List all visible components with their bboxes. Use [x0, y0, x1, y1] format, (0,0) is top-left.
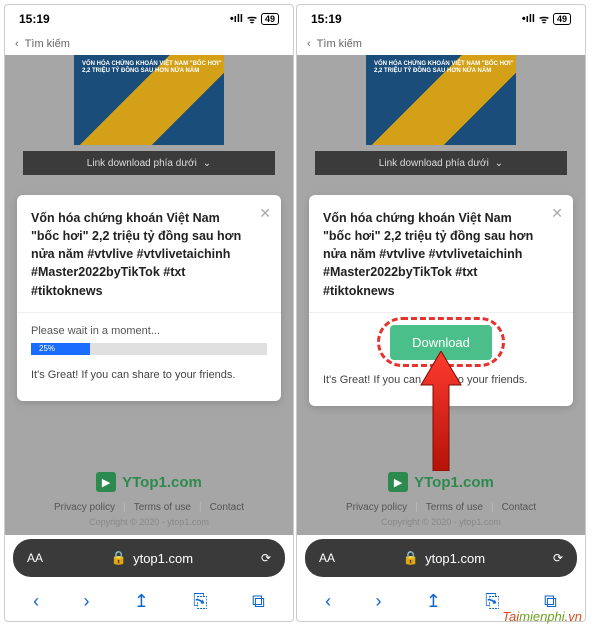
- site-footer: ▶ YTop1.com Privacy policy | Terms of us…: [297, 460, 585, 535]
- lock-icon: 🔒: [111, 550, 127, 566]
- status-bar: 15:19 •ıll ᯤ 49: [5, 5, 293, 33]
- signal-icon: •ıll: [230, 13, 243, 25]
- chevron-down-icon: ⌄: [495, 158, 503, 169]
- download-popup: ✕ Vốn hóa chứng khoán Việt Nam "bốc hơi"…: [309, 195, 573, 406]
- url-text: ytop1.com: [133, 551, 193, 566]
- page-content: VỐN HÓA CHỨNG KHOÁN VIỆT NAM "BỐC HƠI" 2…: [297, 55, 585, 535]
- close-icon[interactable]: ✕: [551, 205, 563, 222]
- logo-text: YTop1.com: [122, 474, 202, 491]
- chevron-left-icon[interactable]: ‹: [307, 38, 311, 50]
- download-popup: ✕ Vốn hóa chứng khoán Việt Nam "bốc hơi"…: [17, 195, 281, 401]
- signal-icon: •ıll: [522, 13, 535, 25]
- terms-link[interactable]: Terms of use: [130, 502, 195, 513]
- forward-button[interactable]: ›: [83, 591, 89, 612]
- browser-toolbar: ‹ › ↥ ⎘ ⧉: [5, 581, 293, 621]
- wifi-icon: ᯤ: [247, 12, 257, 27]
- progress-bar: 25%: [31, 343, 267, 355]
- site-footer: ▶ YTop1.com Privacy policy | Terms of us…: [5, 460, 293, 535]
- privacy-link[interactable]: Privacy policy: [342, 502, 411, 513]
- link-download-banner[interactable]: Link download phía dưới ⌄: [315, 151, 567, 175]
- divider: [309, 312, 573, 313]
- clock: 15:19: [311, 12, 342, 26]
- address-bar[interactable]: AA 🔒 ytop1.com ⟳: [305, 539, 577, 577]
- battery-level: 49: [553, 13, 571, 25]
- popup-title: Vốn hóa chứng khoán Việt Nam "bốc hơi" 2…: [31, 209, 267, 300]
- divider: [17, 312, 281, 313]
- text-size-button[interactable]: AA: [319, 551, 335, 565]
- logo-icon: ▶: [96, 472, 116, 492]
- terms-link[interactable]: Terms of use: [422, 502, 487, 513]
- download-button[interactable]: Download: [390, 325, 492, 360]
- contact-link[interactable]: Contact: [498, 502, 540, 513]
- copyright: Copyright © 2020 - ytop1.com: [297, 517, 585, 527]
- video-thumbnail: VỐN HÓA CHỨNG KHOÁN VIỆT NAM "BỐC HƠI" 2…: [366, 55, 516, 145]
- wifi-icon: ᯤ: [539, 12, 549, 27]
- share-button[interactable]: ↥: [134, 591, 149, 612]
- bookmarks-button[interactable]: ⎘: [485, 591, 499, 612]
- phone-right: 15:19 •ıll ᯤ 49 ‹ Tìm kiếm VỐN HÓA CHỨNG…: [296, 4, 586, 622]
- chevron-left-icon[interactable]: ‹: [15, 38, 19, 50]
- phone-left: 15:19 •ıll ᯤ 49 ‹ Tìm kiếm VỐN HÓA CHỨNG…: [4, 4, 294, 622]
- share-button[interactable]: ↥: [426, 591, 441, 612]
- back-button[interactable]: ‹: [33, 591, 39, 612]
- page-content: VỐN HÓA CHỨNG KHOÁN VIỆT NAM "BỐC HƠI" 2…: [5, 55, 293, 535]
- share-message: It's Great! If you can share to your fri…: [323, 374, 559, 386]
- bookmarks-button[interactable]: ⎘: [193, 591, 207, 612]
- video-thumbnail: VỐN HÓA CHỨNG KHOÁN VIỆT NAM "BỐC HƠI" 2…: [74, 55, 224, 145]
- status-bar: 15:19 •ıll ᯤ 49: [297, 5, 585, 33]
- lock-icon: 🔒: [403, 550, 419, 566]
- search-placeholder: Tìm kiếm: [25, 38, 70, 50]
- text-size-button[interactable]: AA: [27, 551, 43, 565]
- privacy-link[interactable]: Privacy policy: [50, 502, 119, 513]
- reload-icon[interactable]: ⟳: [553, 551, 563, 565]
- logo-icon: ▶: [388, 472, 408, 492]
- share-message: It's Great! If you can share to your fri…: [31, 369, 267, 381]
- thumbnail-caption: VỐN HÓA CHỨNG KHOÁN VIỆT NAM "BỐC HƠI" 2…: [374, 61, 516, 75]
- search-row[interactable]: ‹ Tìm kiếm: [5, 33, 293, 55]
- chevron-down-icon: ⌄: [203, 158, 211, 169]
- url-text: ytop1.com: [425, 551, 485, 566]
- forward-button[interactable]: ›: [375, 591, 381, 612]
- clock: 15:19: [19, 12, 50, 26]
- search-row[interactable]: ‹ Tìm kiếm: [297, 33, 585, 55]
- progress-label: 25%: [39, 343, 55, 355]
- reload-icon[interactable]: ⟳: [261, 551, 271, 565]
- search-placeholder: Tìm kiếm: [317, 38, 362, 50]
- thumbnail-caption: VỐN HÓA CHỨNG KHOÁN VIỆT NAM "BỐC HƠI" 2…: [82, 61, 224, 75]
- logo-text: YTop1.com: [414, 474, 494, 491]
- tabs-button[interactable]: ⧉: [252, 591, 265, 612]
- contact-link[interactable]: Contact: [206, 502, 248, 513]
- address-bar[interactable]: AA 🔒 ytop1.com ⟳: [13, 539, 285, 577]
- back-button[interactable]: ‹: [325, 591, 331, 612]
- wait-message: Please wait in a moment...: [31, 325, 267, 337]
- watermark: Taimienphi.vn: [502, 609, 582, 624]
- popup-title: Vốn hóa chứng khoán Việt Nam "bốc hơi" 2…: [323, 209, 559, 300]
- close-icon[interactable]: ✕: [259, 205, 271, 222]
- link-download-banner[interactable]: Link download phía dưới ⌄: [23, 151, 275, 175]
- battery-level: 49: [261, 13, 279, 25]
- copyright: Copyright © 2020 - ytop1.com: [5, 517, 293, 527]
